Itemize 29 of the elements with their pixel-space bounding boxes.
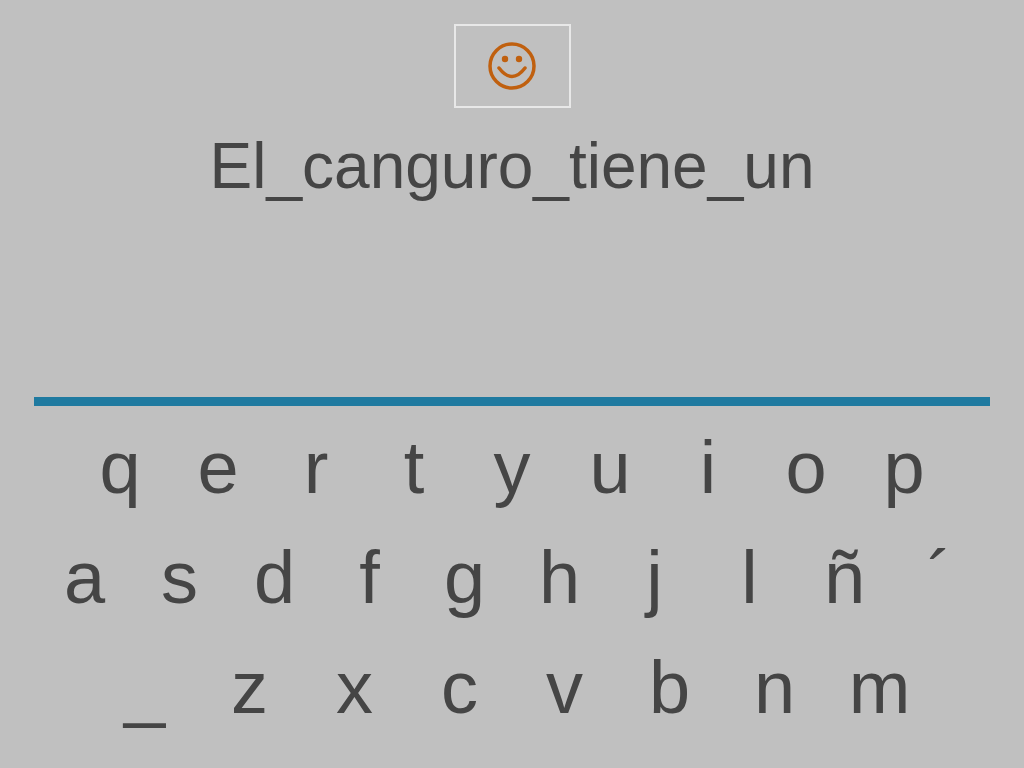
letter-key[interactable]: q: [71, 423, 169, 513]
letter-key[interactable]: ´: [892, 533, 987, 623]
letter-key[interactable]: o: [757, 423, 855, 513]
letter-key[interactable]: b: [617, 643, 722, 733]
letter-key[interactable]: p: [855, 423, 953, 513]
letter-key[interactable]: x: [302, 643, 407, 733]
letter-key[interactable]: g: [417, 533, 512, 623]
letter-key[interactable]: z: [197, 643, 302, 733]
smiley-icon: [487, 41, 537, 91]
letter-key[interactable]: ñ: [797, 533, 892, 623]
letter-key[interactable]: m: [827, 643, 932, 733]
letter-key[interactable]: h: [512, 533, 607, 623]
letter-key[interactable]: e: [169, 423, 267, 513]
letter-key[interactable]: s: [132, 533, 227, 623]
letter-key[interactable]: u: [561, 423, 659, 513]
letter-key[interactable]: v: [512, 643, 617, 733]
letter-key[interactable]: d: [227, 533, 322, 623]
letter-key[interactable]: c: [407, 643, 512, 733]
letter-key[interactable]: f: [322, 533, 417, 623]
letter-key[interactable]: j: [607, 533, 702, 623]
sentence-text: El_canguro_tiene_un: [209, 129, 815, 204]
letter-key[interactable]: _: [92, 643, 197, 733]
letter-key[interactable]: t: [365, 423, 463, 513]
letter-key[interactable]: i: [659, 423, 757, 513]
letter-key[interactable]: n: [722, 643, 827, 733]
letter-key[interactable]: l: [702, 533, 797, 623]
letter-key[interactable]: r: [267, 423, 365, 513]
letter-key[interactable]: y: [463, 423, 561, 513]
letter-key[interactable]: a: [37, 533, 132, 623]
